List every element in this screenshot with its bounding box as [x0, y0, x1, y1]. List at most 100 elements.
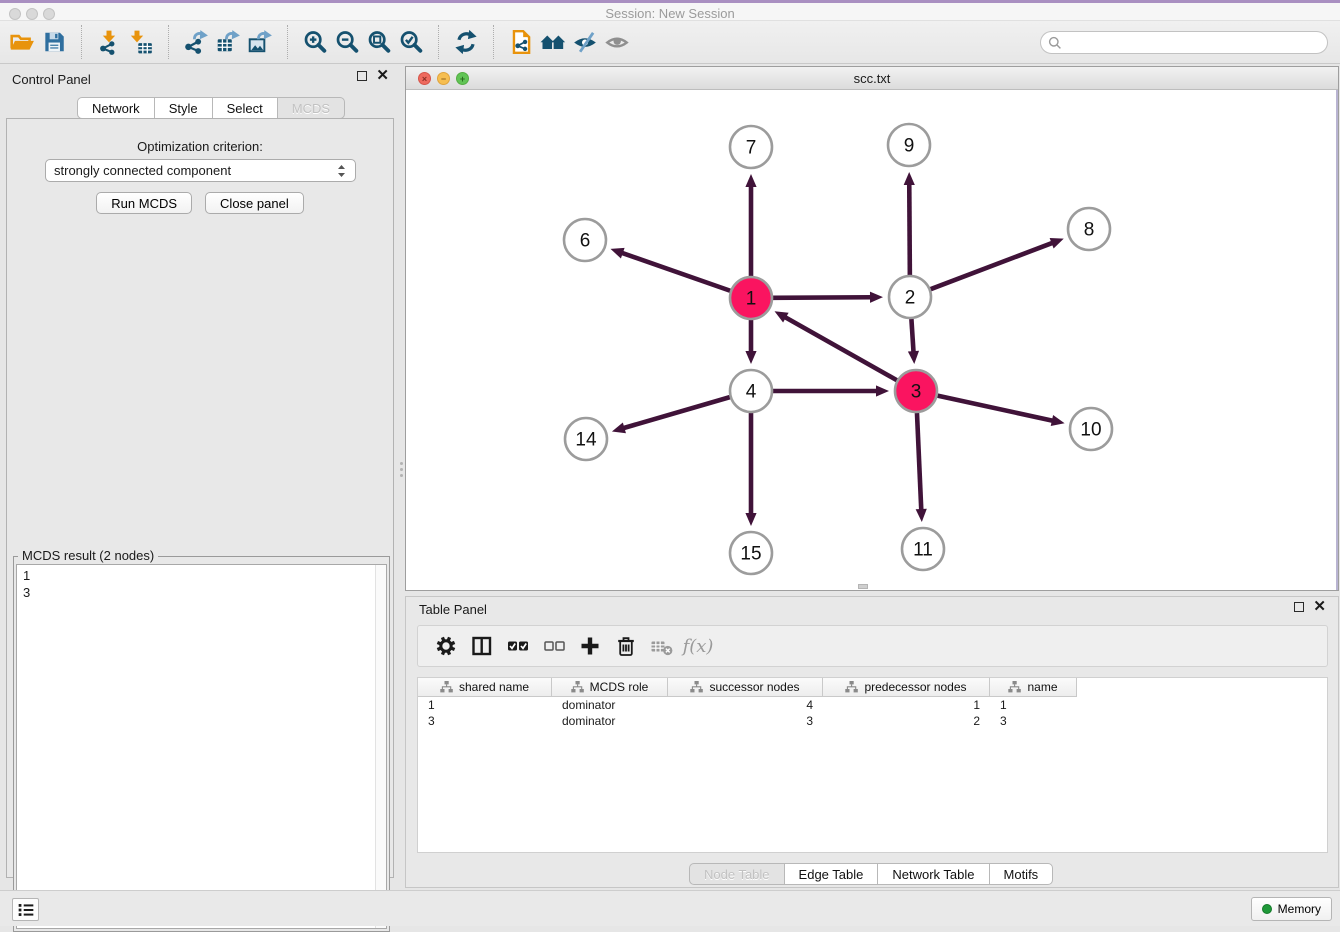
zoom-in-button[interactable] [299, 25, 331, 59]
toolbar-separator [81, 25, 82, 59]
table-cell[interactable]: dominator [552, 697, 668, 713]
edge-1-4[interactable] [745, 320, 756, 364]
zoom-out-button[interactable] [331, 25, 363, 59]
control-panel-window-controls: ✕ [357, 71, 389, 81]
column-header-predecessor-nodes[interactable]: predecessor nodes [823, 678, 990, 697]
show-eye-button[interactable] [601, 25, 633, 59]
tab-network-table[interactable]: Network Table [877, 863, 988, 885]
edge-3-10[interactable] [937, 396, 1064, 426]
graph-node-4[interactable]: 4 [730, 370, 772, 412]
edge-4-14[interactable] [612, 397, 730, 433]
table-cell[interactable]: 3 [990, 713, 1077, 729]
run-mcds-button[interactable]: Run MCDS [96, 192, 192, 214]
tab-network[interactable]: Network [77, 97, 154, 119]
zoom-selected-button[interactable] [395, 25, 427, 59]
column-header-label: MCDS role [590, 680, 649, 694]
tab-edge-table[interactable]: Edge Table [784, 863, 878, 885]
gear-button[interactable] [428, 629, 464, 663]
tab-mcds[interactable]: MCDS [277, 97, 345, 119]
graph-node-label: 7 [746, 138, 757, 159]
close-panel-button[interactable]: Close panel [205, 192, 304, 214]
table-cell[interactable]: 2 [823, 713, 990, 729]
table-cell[interactable]: 3 [418, 713, 552, 729]
save-button[interactable] [38, 25, 70, 59]
export-network-button[interactable] [180, 25, 212, 59]
table-cell[interactable]: 1 [990, 697, 1077, 713]
network-horizontal-scroll-handle[interactable] [858, 584, 868, 589]
close-panel-icon[interactable]: ✕ [376, 71, 389, 81]
search-input[interactable] [1040, 31, 1328, 54]
column-header-name[interactable]: name [990, 678, 1077, 697]
network-document-button[interactable] [505, 25, 537, 59]
graph-node-8[interactable]: 8 [1068, 208, 1110, 250]
tab-style[interactable]: Style [154, 97, 212, 119]
table-header-row: shared name MCDS role successor nodes prede… [418, 678, 1327, 697]
result-scrollbar[interactable] [375, 565, 386, 928]
edge-2-3[interactable] [908, 319, 919, 364]
homes-button[interactable] [537, 25, 569, 59]
graph-node-2[interactable]: 2 [889, 276, 931, 318]
trash-button[interactable] [608, 629, 644, 663]
close-table-panel-icon[interactable]: ✕ [1313, 602, 1326, 612]
export-image-button[interactable] [244, 25, 276, 59]
edge-3-1[interactable] [775, 311, 897, 380]
graph-node-label: 9 [904, 136, 915, 157]
column-header-shared-name[interactable]: shared name [418, 678, 552, 697]
edge-3-11[interactable] [916, 413, 927, 522]
tab-motifs[interactable]: Motifs [989, 863, 1054, 885]
tab-select[interactable]: Select [212, 97, 277, 119]
table-row[interactable]: 1dominator411 [418, 697, 1327, 713]
tree-icon [440, 681, 453, 693]
graph-node-10[interactable]: 10 [1070, 408, 1112, 450]
tab-node-table[interactable]: Node Table [689, 863, 784, 885]
split-table-icon [470, 634, 494, 658]
graph-node-11[interactable]: 11 [902, 528, 944, 570]
edge-1-7[interactable] [745, 174, 756, 276]
graph-node-6[interactable]: 6 [564, 219, 606, 261]
table-row[interactable]: 3dominator323 [418, 713, 1327, 729]
graph-node-7[interactable]: 7 [730, 126, 772, 168]
float-table-panel-icon[interactable] [1294, 602, 1304, 612]
import-table-icon [128, 29, 154, 55]
criterion-dropdown[interactable]: strongly connected component [45, 159, 356, 182]
task-history-button[interactable] [12, 898, 39, 921]
plus-button[interactable] [572, 629, 608, 663]
check-boxes-button[interactable] [500, 629, 536, 663]
graph-node-14[interactable]: 14 [565, 418, 607, 460]
edge-4-15[interactable] [745, 413, 756, 526]
edge-1-6[interactable] [610, 248, 730, 291]
table-cell[interactable]: 1 [418, 697, 552, 713]
edge-2-9[interactable] [904, 172, 915, 275]
import-network-button[interactable] [93, 25, 125, 59]
graph-node-3[interactable]: 3 [895, 370, 937, 412]
mcds-result-textarea[interactable]: 13 [16, 564, 387, 929]
split-table-button[interactable] [464, 629, 500, 663]
table-cell[interactable]: 1 [823, 697, 990, 713]
edge-2-8[interactable] [931, 238, 1064, 289]
refresh-button[interactable] [450, 25, 482, 59]
column-header-label: successor nodes [709, 680, 799, 694]
column-header-label: shared name [459, 680, 529, 694]
export-table-button[interactable] [212, 25, 244, 59]
graph-node-1[interactable]: 1 [730, 277, 772, 319]
column-header-successor-nodes[interactable]: successor nodes [668, 678, 823, 697]
import-table-button[interactable] [125, 25, 157, 59]
search-icon [1048, 36, 1062, 50]
edge-1-2[interactable] [773, 292, 883, 303]
float-panel-icon[interactable] [357, 71, 367, 81]
column-header-MCDS-role[interactable]: MCDS role [552, 678, 668, 697]
table-cell[interactable]: 3 [668, 713, 823, 729]
edge-4-3[interactable] [773, 385, 889, 396]
panel-divider-handle[interactable] [399, 462, 403, 482]
zoom-fit-button[interactable] [363, 25, 395, 59]
graph-node-15[interactable]: 15 [730, 532, 772, 574]
network-vertical-scrollbar[interactable] [1336, 90, 1338, 590]
empty-boxes-button[interactable] [536, 629, 572, 663]
table-cell[interactable]: dominator [552, 713, 668, 729]
network-canvas[interactable]: 7 9 6 8 1 2 4 3 14 10 15 11 [406, 90, 1338, 590]
hide-eye-button[interactable] [569, 25, 601, 59]
memory-button[interactable]: Memory [1251, 897, 1332, 921]
graph-node-9[interactable]: 9 [888, 124, 930, 166]
table-cell[interactable]: 4 [668, 697, 823, 713]
open-folder-button[interactable] [6, 25, 38, 59]
